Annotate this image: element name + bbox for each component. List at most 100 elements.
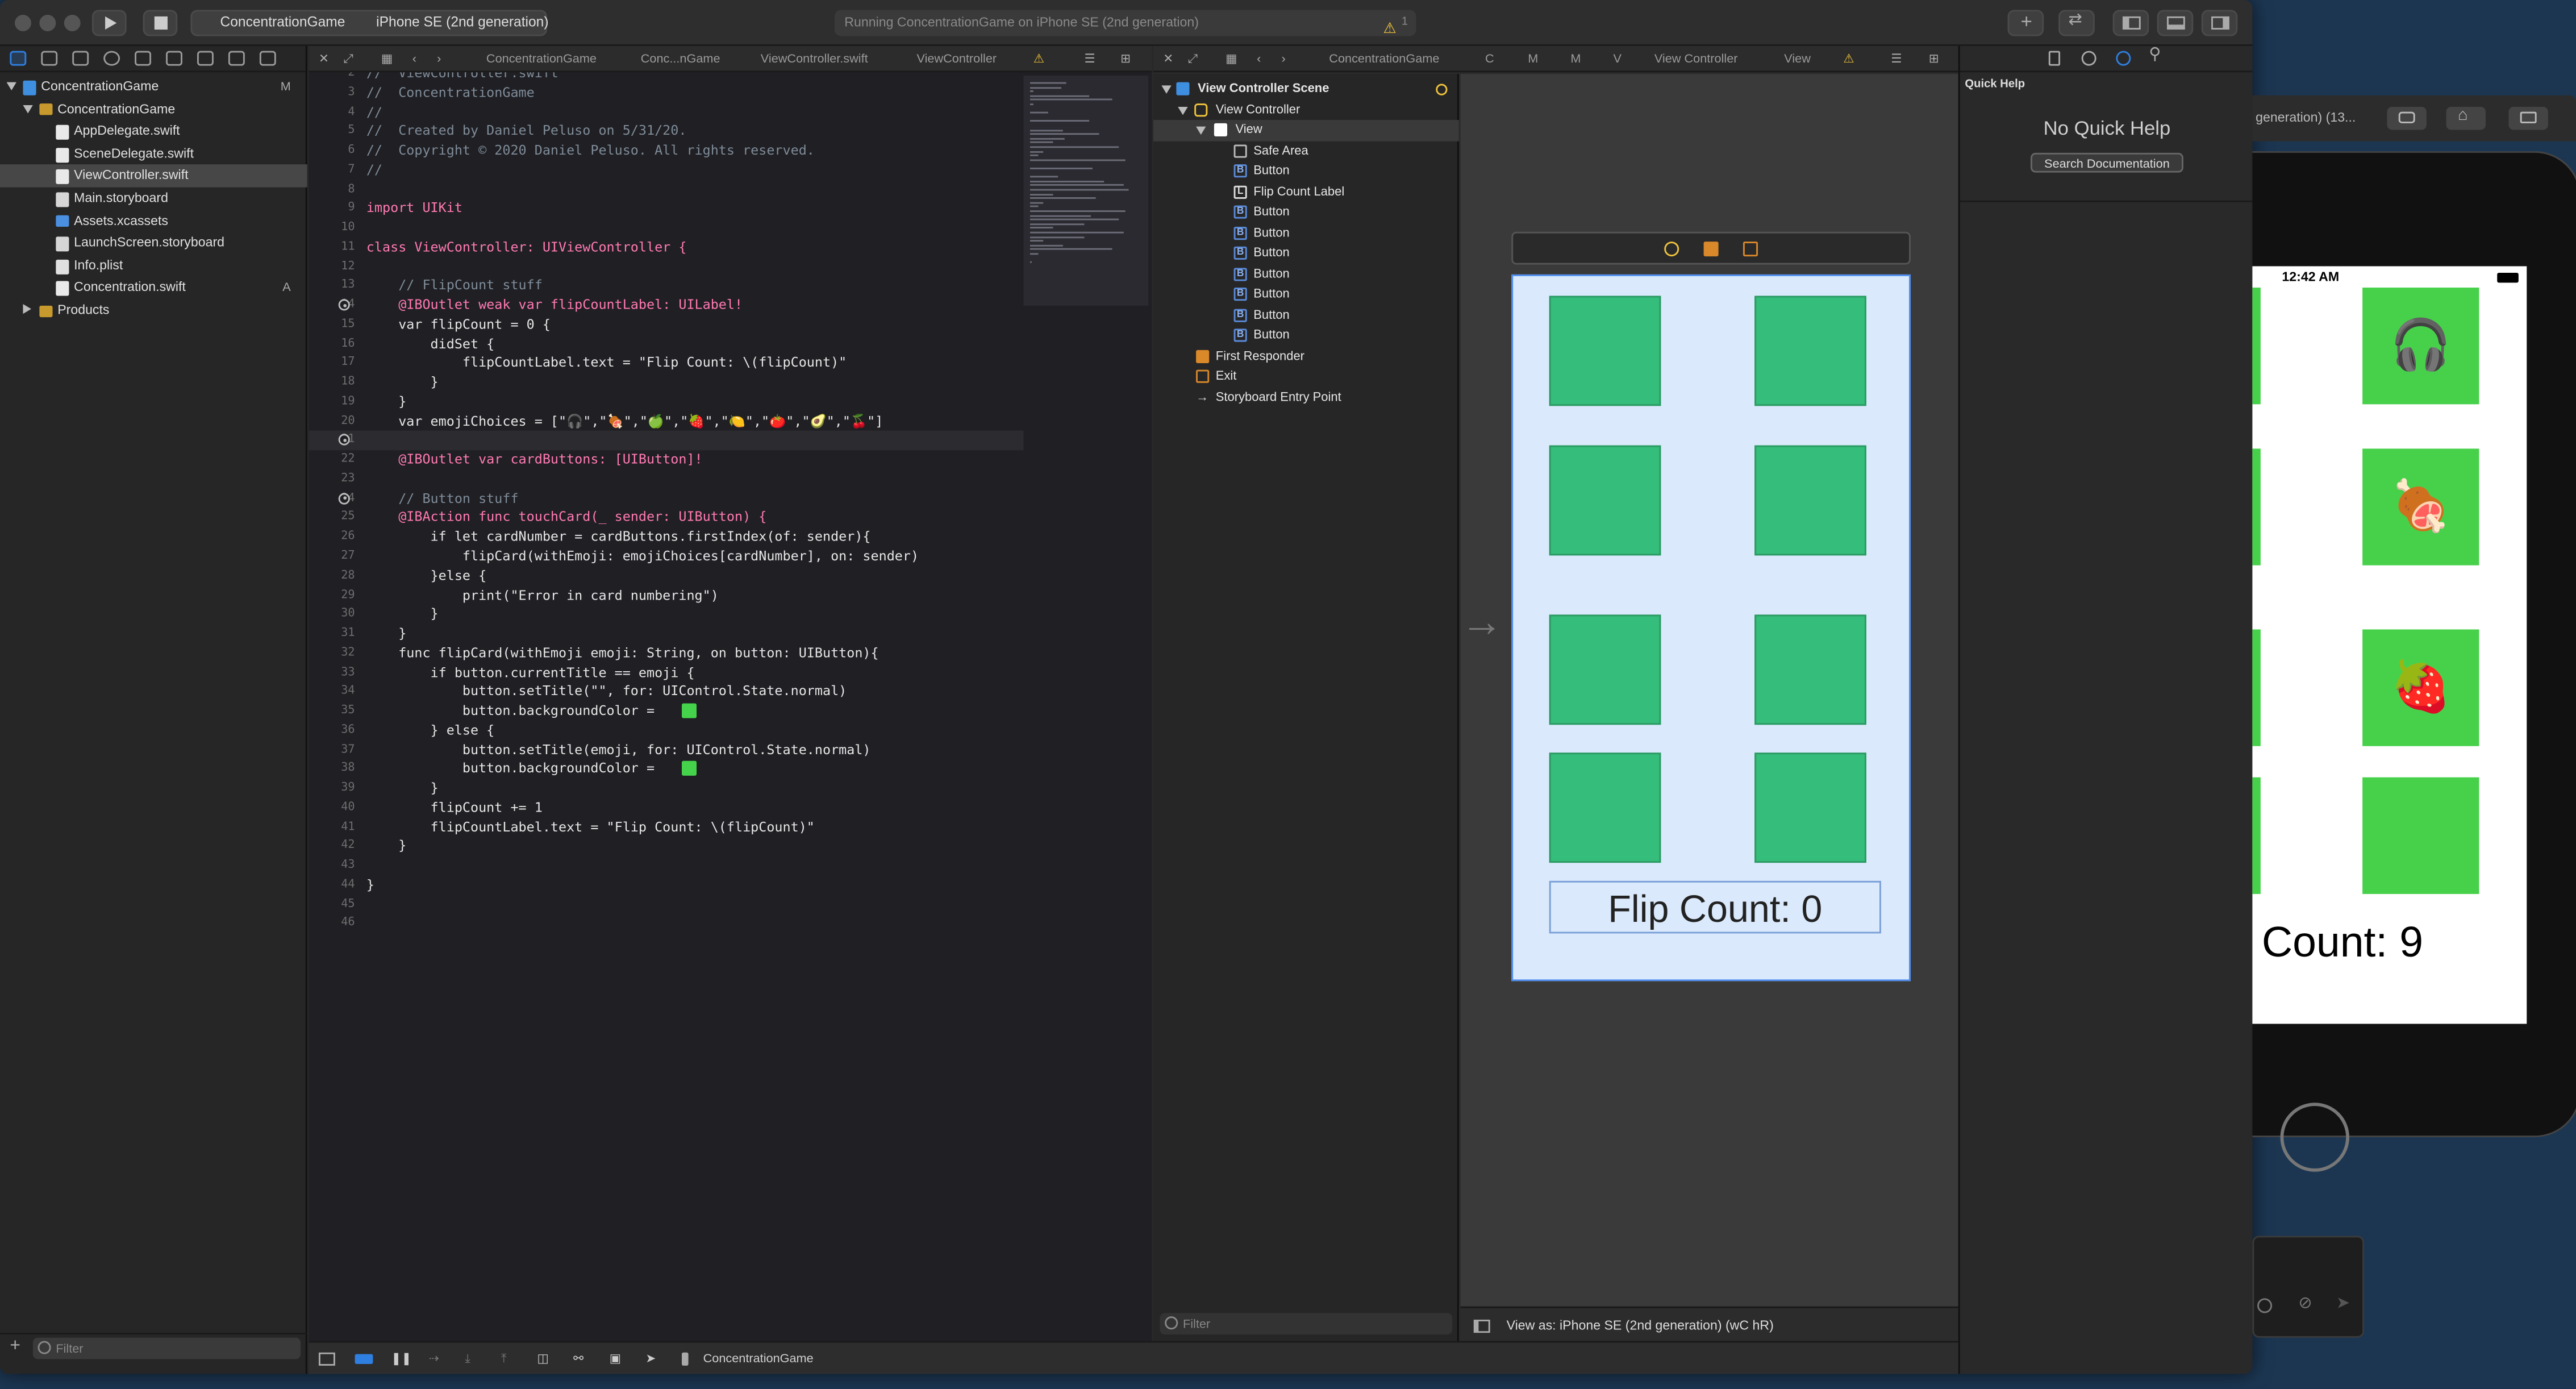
outline-flip-count-label[interactable]: L Flip Count Label	[1153, 182, 1459, 202]
nav-item-file[interactable]: LaunchScreen.storyboard	[0, 232, 307, 254]
code-area[interactable]: 2 // ViewController.swift 3 // Concentratio…	[309, 72, 1024, 1341]
disclosure-icon[interactable]	[1196, 126, 1206, 135]
scene-dock[interactable]	[1511, 231, 1911, 265]
code-line[interactable]: 7 //	[309, 161, 1024, 180]
editor-options-icon[interactable]: ☰	[1084, 46, 1095, 72]
search-documentation-button[interactable]: Search Documentation	[2031, 152, 2183, 173]
nav-item-file[interactable]: AppDelegate.swift	[0, 120, 307, 143]
code-line[interactable]: 22 @IBOutlet var cardButtons: [UIButton]…	[309, 451, 1024, 470]
symbol-icon[interactable]	[72, 51, 89, 66]
breadcrumb-item[interactable]: M	[1528, 46, 1538, 72]
add-icon[interactable]: +	[10, 1336, 20, 1356]
outline-view[interactable]: View	[1153, 120, 1459, 141]
editor-options-icon[interactable]: ☰	[1891, 46, 1902, 72]
code-line[interactable]: 41 flipCountLabel.text = "Flip Count: \(…	[309, 818, 1024, 837]
outline-view-controller[interactable]: View Controller	[1153, 99, 1459, 120]
code-line[interactable]: 39 }	[309, 779, 1024, 799]
file-inspector-icon[interactable]	[2048, 51, 2061, 66]
code-line[interactable]: 10	[309, 219, 1024, 238]
folder-icon[interactable]	[10, 51, 27, 66]
expand-icon[interactable]: ⤢	[1188, 46, 1198, 72]
storyboard-canvas[interactable]: → Flip Count: 0	[1460, 74, 1958, 1307]
issue-icon[interactable]	[135, 51, 152, 66]
view-controller-view[interactable]: Flip Count: 0	[1511, 274, 1911, 982]
view-debugger-icon[interactable]: ◫	[537, 1342, 549, 1374]
quick-help-icon[interactable]	[2116, 51, 2131, 66]
environment-icon[interactable]: ▣	[610, 1342, 622, 1374]
color-literal-swatch[interactable]	[682, 761, 697, 776]
code-line[interactable]: 9 import UIKit	[309, 199, 1024, 219]
device-screen[interactable]: 12:42 AM 🎧 🍖 🍓 o Count: 9	[2252, 266, 2527, 1024]
code-line[interactable]: 33 if button.currentTitle == emoji {	[309, 663, 1024, 683]
forward-icon[interactable]: ›	[437, 46, 441, 72]
nav-item-file-selected[interactable]: ViewController.swift	[0, 165, 307, 188]
toggle-debug-button[interactable]	[2157, 10, 2194, 36]
exit-icon[interactable]	[1743, 242, 1758, 257]
minimap[interactable]	[1023, 76, 1149, 306]
card-button[interactable]	[1549, 296, 1661, 406]
card-button[interactable]: 🎧	[2362, 288, 2479, 405]
forward-icon[interactable]: ›	[1281, 46, 1285, 72]
code-line[interactable]: 27 flipCard(withEmoji: emojiChoices[card…	[309, 547, 1024, 567]
hide-debug-icon[interactable]	[318, 1352, 335, 1366]
color-literal-swatch[interactable]	[682, 703, 697, 718]
step-out-icon[interactable]: ⤒	[501, 1342, 507, 1374]
outline-button[interactable]: B Button	[1153, 223, 1459, 243]
continue-icon[interactable]: ⇢	[429, 1342, 439, 1374]
back-icon[interactable]: ‹	[412, 46, 416, 72]
location-icon[interactable]: ➤	[645, 1342, 656, 1374]
code-line[interactable]: 43	[309, 856, 1024, 876]
outlet-connection-icon[interactable]	[338, 492, 350, 504]
code-line[interactable]: 34 button.setTitle("", for: UIControl.St…	[309, 683, 1024, 702]
card-button[interactable]	[1754, 614, 1866, 725]
nav-item-file[interactable]: Info.plist	[0, 255, 307, 277]
outline-exit[interactable]: Exit	[1153, 367, 1459, 387]
card-button[interactable]	[2252, 777, 2261, 895]
code-line[interactable]: 44}	[309, 876, 1024, 895]
run-button[interactable]	[91, 10, 127, 36]
add-editor-icon[interactable]: ⊞	[1929, 46, 1939, 72]
code-line[interactable]: 16 didSet {	[309, 335, 1024, 354]
card-button[interactable]	[1549, 445, 1661, 556]
warning-icon[interactable]: ⚠	[1843, 46, 1854, 72]
card-button[interactable]	[1754, 752, 1866, 863]
code-line[interactable]: 40 flipCount += 1	[309, 799, 1024, 818]
search-icon[interactable]	[103, 51, 120, 66]
outline-button[interactable]: B Button	[1153, 326, 1459, 346]
outline-button[interactable]: B Button	[1153, 284, 1459, 305]
toggle-navigator-button[interactable]	[2112, 10, 2149, 36]
pause-icon[interactable]: ❚❚	[391, 1342, 411, 1374]
code-line[interactable]: 17 flipCountLabel.text = "Flip Count: \(…	[309, 354, 1024, 373]
code-line[interactable]: 29 print("Error in card numbering")	[309, 586, 1024, 605]
card-button[interactable]	[1754, 296, 1866, 406]
breadcrumb-item[interactable]: M	[1570, 46, 1581, 72]
code-line[interactable]: 19 }	[309, 393, 1024, 412]
code-line[interactable]: 42 }	[309, 837, 1024, 856]
outline-button[interactable]: B Button	[1153, 161, 1459, 181]
code-review-button[interactable]: ⇄	[2058, 10, 2095, 36]
code-editor[interactable]: ✕ ⤢ ▦ ‹ › ConcentrationGame Conc...nGame…	[309, 45, 1152, 1341]
view-as-bar[interactable]: View as: iPhone SE (2nd generation) (wC …	[1460, 1306, 1958, 1341]
card-button[interactable]: 🍓	[2362, 629, 2479, 746]
card-button[interactable]: 🍖	[2362, 448, 2479, 565]
code-line[interactable]: 36 } else {	[309, 721, 1024, 741]
card-button[interactable]	[2362, 777, 2479, 895]
close-window-button[interactable]	[15, 15, 31, 31]
code-line[interactable]: 3 // ConcentrationGame	[309, 84, 1024, 103]
outline-filter-field[interactable]: Filter	[1160, 1313, 1453, 1334]
code-line[interactable]: 26 if let cardNumber = cardButtons.first…	[309, 528, 1024, 547]
nav-item-file[interactable]: Concentration.swift A	[0, 277, 307, 299]
card-button[interactable]	[1754, 445, 1866, 556]
disclosure-icon[interactable]	[6, 82, 16, 91]
code-line[interactable]: 5 // Created by Daniel Peluso on 5/31/20.	[309, 122, 1024, 142]
nav-item-file[interactable]: SceneDelegate.swift	[0, 143, 307, 165]
code-line[interactable]: 12	[309, 257, 1024, 277]
code-line[interactable]: 4 //	[309, 103, 1024, 122]
toggle-inspector-button[interactable]	[2201, 10, 2238, 36]
step-over-icon[interactable]: ⤓	[465, 1342, 470, 1374]
code-line[interactable]: 35 button.backgroundColor =	[309, 702, 1024, 721]
disclosure-icon[interactable]	[23, 303, 31, 314]
card-button[interactable]	[1549, 614, 1661, 725]
outline-safe-area[interactable]: Safe Area	[1153, 140, 1459, 161]
navigator-filter-field[interactable]: Filter	[32, 1337, 301, 1359]
